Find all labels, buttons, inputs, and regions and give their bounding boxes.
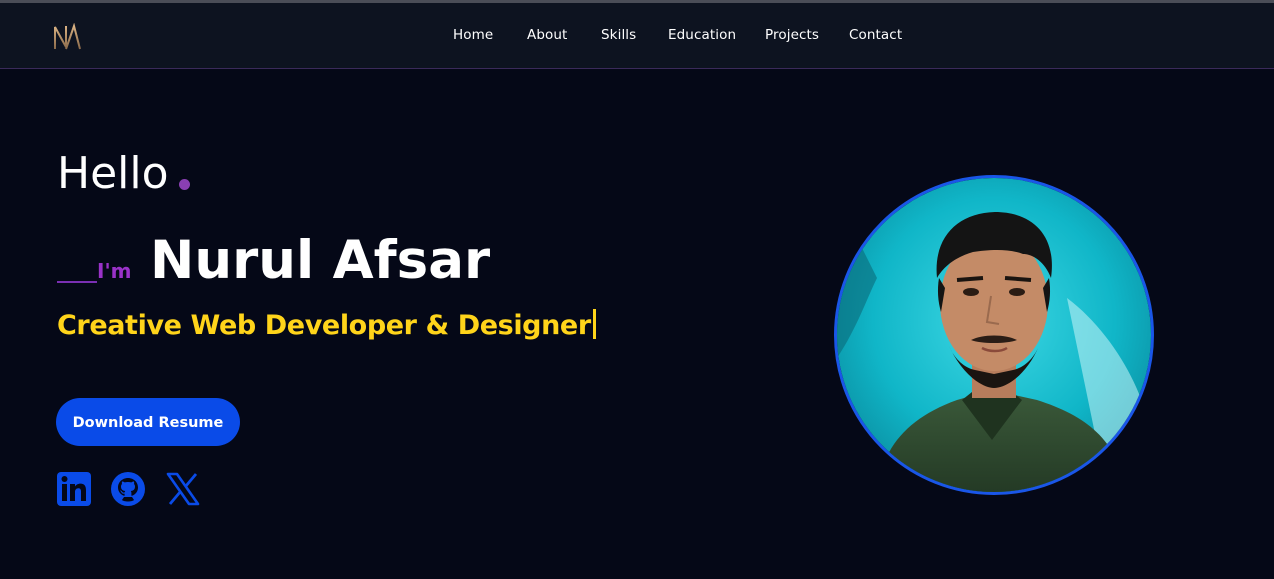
greeting-heading: Hello	[57, 148, 169, 199]
linkedin-link[interactable]	[56, 471, 92, 507]
download-resume-button[interactable]: Download Resume	[56, 398, 240, 446]
nav-contact[interactable]: Contact	[849, 27, 902, 43]
greeting-dot	[179, 179, 190, 190]
hero-tagline: Creative Web Developer & Designer	[57, 309, 596, 341]
linkedin-icon	[57, 472, 91, 506]
profile-photo-image	[837, 178, 1151, 492]
intro-underline	[57, 281, 97, 283]
nav-projects[interactable]: Projects	[765, 27, 819, 43]
tagline-text: Creative Web Developer & Designer	[57, 310, 591, 341]
github-link[interactable]	[110, 471, 146, 507]
x-twitter-link[interactable]	[165, 471, 201, 507]
nav-home[interactable]: Home	[453, 27, 493, 43]
navbar: Home About Skills Education Projects Con…	[0, 3, 1274, 69]
intro-text: I'm	[97, 259, 132, 283]
nav-education[interactable]: Education	[668, 27, 736, 43]
typing-cursor	[592, 309, 596, 339]
main-nav: Home About Skills Education Projects Con…	[0, 27, 1274, 47]
nav-skills[interactable]: Skills	[601, 27, 636, 43]
profile-photo	[834, 175, 1154, 495]
github-icon	[111, 472, 145, 506]
nav-about[interactable]: About	[527, 27, 567, 43]
hero-name: Nurul Afsar	[150, 230, 491, 291]
x-icon	[166, 472, 200, 506]
